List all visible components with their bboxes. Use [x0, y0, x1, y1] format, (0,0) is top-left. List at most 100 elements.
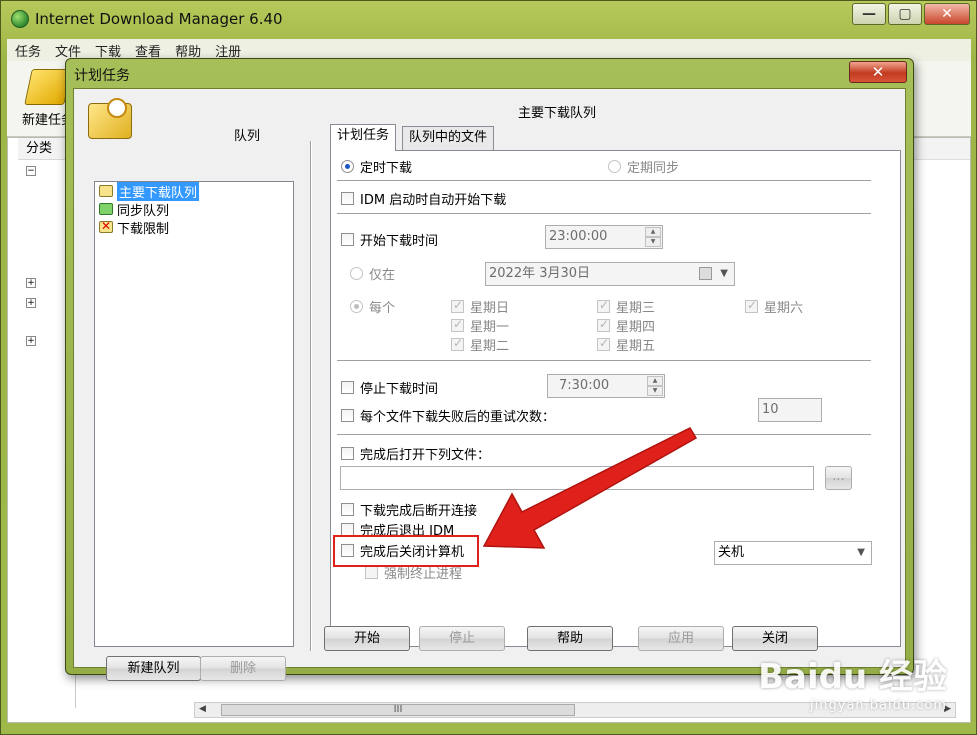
stop-time-checkbox[interactable] — [341, 381, 354, 394]
queue-item-label: 下载限制 — [117, 221, 170, 237]
mode-sync-label: 定期同步 — [627, 161, 680, 176]
menu-register[interactable]: 注册 — [215, 41, 241, 60]
queue-item-main[interactable]: 主要下载队列 — [95, 181, 293, 201]
day-checkbox[interactable] — [597, 298, 610, 313]
stop-button[interactable]: 停止 — [419, 626, 505, 651]
menu-help[interactable]: 帮助 — [175, 41, 201, 60]
menu-view[interactable]: 查看 — [135, 41, 161, 60]
day-label: 星期日 — [470, 301, 510, 316]
scroll-thumb[interactable]: III — [221, 704, 575, 716]
tree-expander-icon[interactable]: + — [26, 278, 36, 288]
hangup-option[interactable]: 下载完成后断开连接 — [341, 500, 477, 519]
hangup-label: 下载完成后断开连接 — [360, 504, 478, 519]
every-option[interactable]: 每个 — [350, 297, 395, 316]
menu-file[interactable]: 文件 — [55, 41, 81, 60]
day-saturday[interactable]: 星期六 — [745, 297, 803, 316]
mode-once-option[interactable]: 定时下载 — [341, 157, 412, 176]
tab-files-in-queue[interactable]: 队列中的文件 — [402, 126, 495, 150]
menu-download[interactable]: 下载 — [95, 41, 121, 60]
stop-time-input[interactable]: 7:30:00 ▲ ▼ — [547, 374, 665, 398]
dialog-close-button[interactable]: ✕ — [849, 61, 907, 83]
only-on-option[interactable]: 仅在 — [350, 264, 395, 283]
apply-button[interactable]: 应用 — [638, 626, 724, 651]
day-wednesday[interactable]: 星期三 — [597, 297, 655, 316]
day-checkbox[interactable] — [451, 298, 464, 313]
watermark-brand: Baidu 经验 — [758, 657, 947, 697]
app-title: Internet Download Manager 6.40 — [35, 10, 283, 28]
tab-schedule[interactable]: 计划任务 — [330, 124, 397, 151]
panel-divider — [310, 141, 312, 651]
start-time-checkbox[interactable] — [341, 233, 354, 246]
tree-expander-icon[interactable]: − — [26, 166, 36, 176]
separator — [337, 360, 871, 362]
shutdown-mode-value: 关机 — [718, 545, 745, 560]
force-kill-checkbox[interactable] — [365, 566, 378, 579]
day-tuesday[interactable]: 星期二 — [451, 335, 509, 354]
auto-start-checkbox[interactable] — [341, 192, 354, 205]
maximize-button[interactable]: ▢ — [888, 3, 922, 25]
clock-icon — [107, 98, 127, 118]
day-sunday[interactable]: 星期日 — [451, 297, 509, 316]
chevron-down-icon: ▼ — [720, 268, 728, 279]
sync-queue-icon — [99, 203, 113, 215]
browse-button[interactable]: ... — [825, 466, 852, 490]
day-label: 星期五 — [616, 339, 656, 354]
close-button[interactable]: 关闭 — [732, 626, 818, 651]
scroll-left-icon[interactable]: ◀ — [199, 704, 206, 714]
day-checkbox[interactable] — [745, 298, 758, 313]
hangup-checkbox[interactable] — [341, 503, 354, 516]
auto-start-label: IDM 启动时自动开始下载 — [360, 193, 507, 208]
day-checkbox[interactable] — [597, 336, 610, 351]
queue-list-title: 队列 — [234, 129, 261, 144]
selected-queue-title: 主要下载队列 — [518, 106, 597, 121]
only-on-date-picker[interactable]: 2022年 3月30日 ▼ — [485, 262, 735, 286]
start-time-spinner[interactable]: ▲ ▼ — [645, 227, 661, 247]
day-checkbox[interactable] — [451, 317, 464, 332]
menu-tasks[interactable]: 任务 — [15, 41, 41, 60]
start-time-option[interactable]: 开始下载时间 — [341, 230, 438, 249]
stop-time-option[interactable]: 停止下载时间 — [341, 378, 438, 397]
retry-checkbox[interactable] — [341, 409, 354, 422]
retry-count-input[interactable]: 10 — [758, 398, 822, 422]
auto-start-option[interactable]: IDM 启动时自动开始下载 — [341, 189, 506, 208]
minimize-button[interactable]: — — [852, 3, 886, 25]
main-titlebar: Internet Download Manager 6.40 — [11, 7, 283, 31]
start-time-input[interactable]: 23:00:00 ▲ ▼ — [545, 225, 663, 249]
annotation-arrow-icon — [482, 427, 698, 549]
queue-item-sync[interactable]: 同步队列 — [95, 200, 293, 219]
start-button[interactable]: 开始 — [324, 626, 410, 651]
retry-count-value: 10 — [762, 402, 779, 417]
only-on-date-value: 2022年 3月30日 — [489, 266, 591, 281]
delete-queue-button[interactable]: 删除 — [200, 656, 286, 681]
queue-item-limits[interactable]: 下载限制 — [95, 218, 293, 237]
mode-once-radio[interactable] — [341, 160, 354, 173]
open-file-checkbox[interactable] — [341, 447, 354, 460]
open-file-option[interactable]: 完成后打开下列文件： — [341, 444, 490, 463]
day-monday[interactable]: 星期一 — [451, 316, 509, 335]
idm-app-icon — [11, 10, 29, 28]
queue-item-label: 同步队列 — [117, 203, 170, 219]
download-limit-icon — [99, 219, 113, 233]
tree-expander-icon[interactable]: + — [26, 298, 36, 308]
queue-folder-icon — [99, 185, 113, 197]
every-radio[interactable] — [350, 300, 363, 313]
stop-time-spinner[interactable]: ▲ ▼ — [647, 376, 663, 396]
day-friday[interactable]: 星期五 — [597, 335, 655, 354]
every-label: 每个 — [369, 301, 396, 316]
start-time-label: 开始下载时间 — [360, 234, 439, 249]
help-button[interactable]: 帮助 — [527, 626, 613, 651]
mode-sync-radio[interactable] — [608, 160, 621, 173]
mode-sync-option[interactable]: 定期同步 — [608, 157, 679, 176]
new-queue-button[interactable]: 新建队列 — [106, 656, 201, 681]
day-thursday[interactable]: 星期四 — [597, 316, 655, 335]
shutdown-mode-select[interactable]: 关机 ▼ — [714, 541, 872, 565]
tree-expander-icon[interactable]: + — [26, 336, 36, 346]
scheduler-dialog: 计划任务 ✕ 队列 主要下载队列 同步队列 下载限制 新建队列 删除 主要下载 — [65, 58, 914, 681]
day-label: 星期二 — [470, 339, 510, 354]
calendar-icon — [699, 267, 712, 280]
day-checkbox[interactable] — [451, 336, 464, 351]
day-checkbox[interactable] — [597, 317, 610, 332]
close-window-button[interactable]: ✕ — [924, 3, 970, 25]
day-label: 星期六 — [764, 301, 804, 316]
only-on-radio[interactable] — [350, 267, 363, 280]
